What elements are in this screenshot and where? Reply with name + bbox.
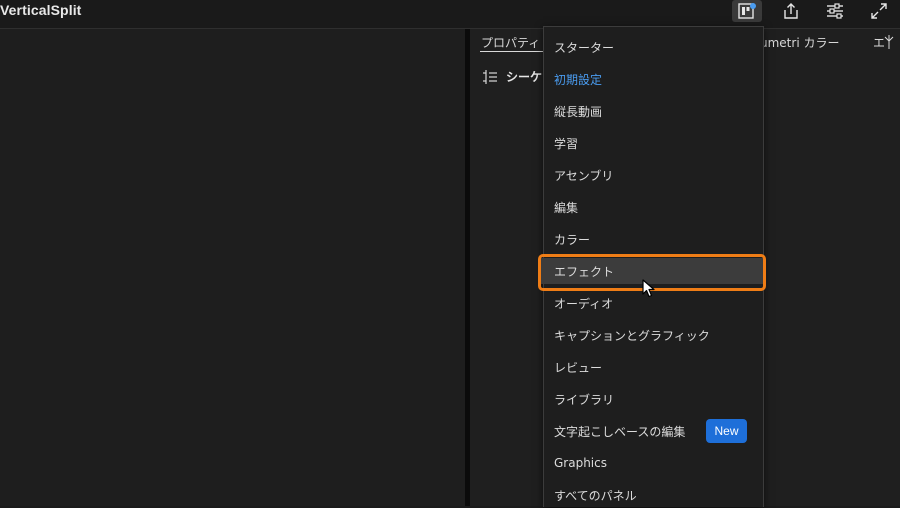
menu-item-libraries[interactable]: ライブラリ (544, 386, 763, 412)
menu-item-review[interactable]: レビュー (544, 354, 763, 380)
fullscreen-button[interactable] (864, 0, 894, 22)
panel-options-button[interactable] (820, 0, 850, 22)
menu-item-starter[interactable]: スターター (544, 34, 763, 60)
panel-options-icon (827, 3, 843, 19)
menu-item-graphics[interactable]: Graphics (544, 450, 763, 476)
share-icon (784, 3, 798, 19)
active-tab-underline (480, 51, 544, 52)
tab-properties[interactable]: プロパティ (481, 34, 540, 51)
sequence-settings-icon[interactable] (482, 69, 498, 84)
fullscreen-icon (871, 3, 887, 19)
tab-lumetri-color[interactable]: umetri カラー (760, 34, 839, 51)
share-button[interactable] (776, 0, 806, 22)
workspaces-icon (738, 3, 756, 19)
app-title: VerticalSplit (0, 2, 82, 18)
program-monitor-panel (0, 29, 465, 506)
menu-item-assembly[interactable]: アセンブリ (544, 162, 763, 188)
menu-item-color[interactable]: カラー (544, 226, 763, 252)
workspaces-button[interactable] (732, 0, 762, 22)
top-bar: VerticalSplit (0, 0, 900, 29)
tab-overflow-icon[interactable] (884, 35, 894, 49)
menu-item-captions-graphics[interactable]: キャプションとグラフィック (544, 322, 763, 348)
menu-item-all-panels[interactable]: すべてのパネル (544, 482, 763, 508)
sequence-row: シーケ (482, 68, 542, 85)
menu-item-default[interactable]: 初期設定 (544, 66, 763, 92)
sequence-label: シーケ (506, 70, 543, 84)
new-badge: New (706, 419, 747, 443)
menu-item-editing[interactable]: 編集 (544, 194, 763, 220)
mouse-cursor-icon (642, 279, 655, 298)
menu-item-learning[interactable]: 学習 (544, 130, 763, 156)
menu-item-vertical-video[interactable]: 縦長動画 (544, 98, 763, 124)
